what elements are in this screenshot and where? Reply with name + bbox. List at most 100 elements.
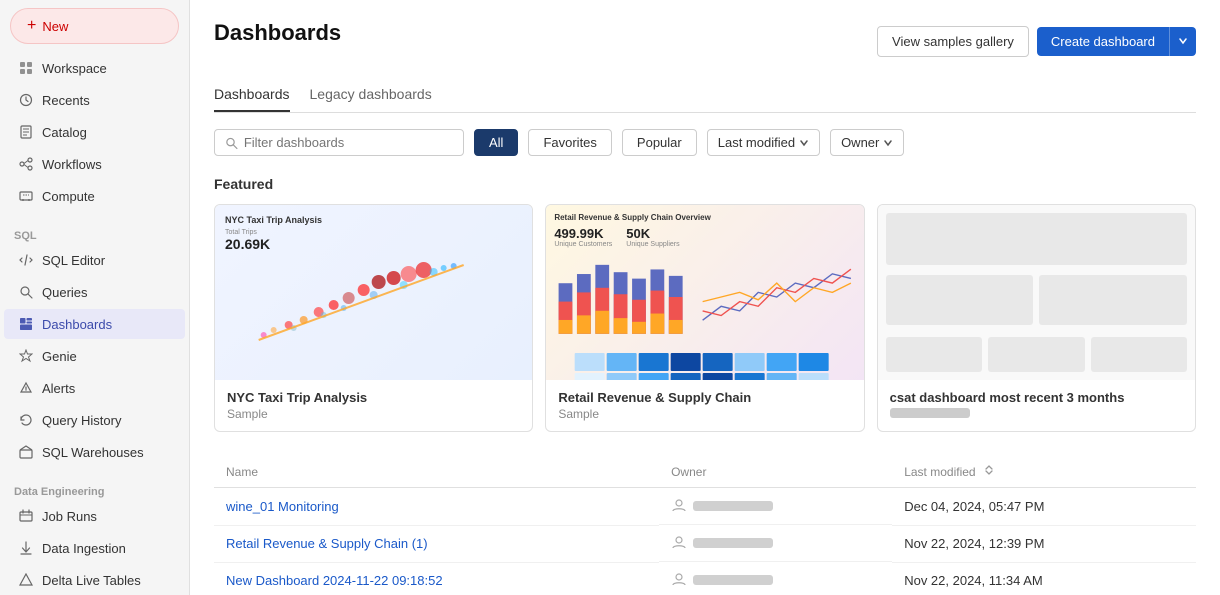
filter-row: All Favorites Popular Last modified Owne…	[214, 129, 1196, 156]
ingestion-icon	[18, 540, 34, 556]
editor-icon	[18, 252, 34, 268]
sidebar-item-data-ingestion-label: Data Ingestion	[42, 541, 126, 556]
create-dashboard-button[interactable]: Create dashboard	[1037, 27, 1169, 56]
chevron-down-icon	[883, 138, 893, 148]
search-box[interactable]	[214, 129, 464, 156]
sidebar-item-sql-editor-label: SQL Editor	[42, 253, 105, 268]
book-icon	[18, 124, 34, 140]
chevron-down-icon	[799, 138, 809, 148]
last-modified-0: Dec 04, 2024, 05:47 PM	[892, 488, 1196, 526]
sidebar-item-workspace-label: Workspace	[42, 61, 107, 76]
featured-card-csat[interactable]: csat dashboard most recent 3 months	[877, 204, 1196, 432]
retail-card-info: Retail Revenue & Supply Chain Sample	[546, 380, 863, 431]
filter-all-button[interactable]: All	[474, 129, 518, 156]
nyc-card-sub: Sample	[227, 407, 520, 421]
dashboards-table: Name Owner Last modified wine_01 Monitor…	[214, 456, 1196, 595]
sidebar-item-compute-label: Compute	[42, 189, 95, 204]
sidebar-item-sql-warehouses-label: SQL Warehouses	[42, 445, 144, 460]
scatter-chart	[225, 260, 522, 370]
owner-cell-0	[659, 488, 892, 525]
grid-icon	[18, 60, 34, 76]
col-owner: Owner	[659, 456, 892, 488]
delta-icon	[18, 572, 34, 588]
sidebar-item-workspace[interactable]: Workspace	[4, 53, 185, 83]
create-dashboard-dropdown-button[interactable]	[1169, 27, 1196, 56]
sidebar-item-workflows[interactable]: Workflows	[4, 149, 185, 179]
sidebar-item-sql-warehouses[interactable]: SQL Warehouses	[4, 437, 185, 467]
dashboard-link-retail[interactable]: Retail Revenue & Supply Chain (1)	[226, 536, 428, 551]
last-modified-2: Nov 22, 2024, 11:34 AM	[892, 562, 1196, 595]
nyc-card-info: NYC Taxi Trip Analysis Sample	[215, 380, 532, 431]
owner-blur	[693, 538, 773, 548]
col-name: Name	[214, 456, 659, 488]
owner-blur	[693, 501, 773, 511]
dashboard-icon	[18, 316, 34, 332]
nyc-card-name: NYC Taxi Trip Analysis	[227, 390, 520, 405]
history-icon	[18, 412, 34, 428]
sidebar-item-query-history[interactable]: Query History	[4, 405, 185, 435]
sidebar-item-compute[interactable]: Compute	[4, 181, 185, 211]
dashboard-link-wine[interactable]: wine_01 Monitoring	[226, 499, 339, 514]
workflow-icon	[18, 156, 34, 172]
sidebar-item-catalog[interactable]: Catalog	[4, 117, 185, 147]
plus-icon: +	[27, 17, 36, 35]
sidebar-item-job-runs[interactable]: Job Runs	[4, 501, 185, 531]
owner-cell-1	[659, 525, 892, 562]
owner-blur	[693, 575, 773, 585]
csat-card-sub	[890, 407, 1183, 421]
chevron-down-icon	[1178, 36, 1188, 46]
sidebar-item-queries-label: Queries	[42, 285, 88, 300]
dashboard-link-new[interactable]: New Dashboard 2024-11-22 09:18:52	[226, 573, 443, 588]
csat-preview	[878, 205, 1195, 380]
warehouse-icon	[18, 444, 34, 460]
alert-icon	[18, 380, 34, 396]
new-button-label: New	[42, 19, 68, 34]
sidebar-item-alerts-label: Alerts	[42, 381, 75, 396]
table-row: Retail Revenue & Supply Chain (1) Nov 22…	[214, 525, 1196, 562]
person-icon	[671, 572, 687, 588]
clock-icon	[18, 92, 34, 108]
sidebar-item-job-runs-label: Job Runs	[42, 509, 97, 524]
search-icon	[225, 136, 238, 150]
retail-card-name: Retail Revenue & Supply Chain	[558, 390, 851, 405]
sidebar-item-alerts[interactable]: Alerts	[4, 373, 185, 403]
featured-card-nyc[interactable]: NYC Taxi Trip Analysis Total Trips 20.69…	[214, 204, 533, 432]
sidebar: + New Workspace Recents Catalog Workflow…	[0, 0, 190, 595]
csat-card-info: csat dashboard most recent 3 months	[878, 380, 1195, 431]
sidebar-item-sql-editor[interactable]: SQL Editor	[4, 245, 185, 275]
owner-dropdown[interactable]: Owner	[830, 129, 904, 156]
tab-legacy-dashboards[interactable]: Legacy dashboards	[310, 78, 432, 112]
table-body: wine_01 Monitoring Dec 04, 2024, 05:47 P…	[214, 488, 1196, 595]
filter-favorites-button[interactable]: Favorites	[528, 129, 611, 156]
owner-cell-2	[659, 562, 892, 595]
data-eng-section-label: Data Engineering	[0, 480, 189, 500]
sql-section-label: SQL	[0, 224, 189, 244]
tab-dashboards[interactable]: Dashboards	[214, 78, 290, 112]
sidebar-item-recents[interactable]: Recents	[4, 85, 185, 115]
nyc-preview: NYC Taxi Trip Analysis Total Trips 20.69…	[215, 205, 532, 380]
csat-sub-blur	[890, 408, 970, 418]
search-input[interactable]	[244, 135, 453, 150]
sidebar-item-dashboards[interactable]: Dashboards	[4, 309, 185, 339]
sidebar-item-delta-live-tables[interactable]: Delta Live Tables	[4, 565, 185, 595]
person-icon	[671, 535, 687, 551]
sidebar-item-genie[interactable]: Genie	[4, 341, 185, 371]
retail-preview: Retail Revenue & Supply Chain Overview 4…	[546, 205, 863, 380]
new-button[interactable]: + New	[10, 8, 179, 44]
featured-card-retail[interactable]: Retail Revenue & Supply Chain Overview 4…	[545, 204, 864, 432]
last-modified-dropdown[interactable]: Last modified	[707, 129, 820, 156]
sidebar-item-data-ingestion[interactable]: Data Ingestion	[4, 533, 185, 563]
view-samples-button[interactable]: View samples gallery	[877, 26, 1029, 57]
main-content: Dashboards View samples gallery Create d…	[190, 0, 1220, 595]
compute-icon	[18, 188, 34, 204]
sort-icon[interactable]	[983, 464, 995, 476]
sidebar-item-query-history-label: Query History	[42, 413, 121, 428]
sidebar-item-dashboards-label: Dashboards	[42, 317, 112, 332]
sidebar-item-queries[interactable]: Queries	[4, 277, 185, 307]
sidebar-item-workflows-label: Workflows	[42, 157, 102, 172]
sidebar-item-genie-label: Genie	[42, 349, 77, 364]
query-icon	[18, 284, 34, 300]
filter-popular-button[interactable]: Popular	[622, 129, 697, 156]
page-header: Dashboards View samples gallery Create d…	[214, 20, 1196, 62]
retail-card-sub: Sample	[558, 407, 851, 421]
